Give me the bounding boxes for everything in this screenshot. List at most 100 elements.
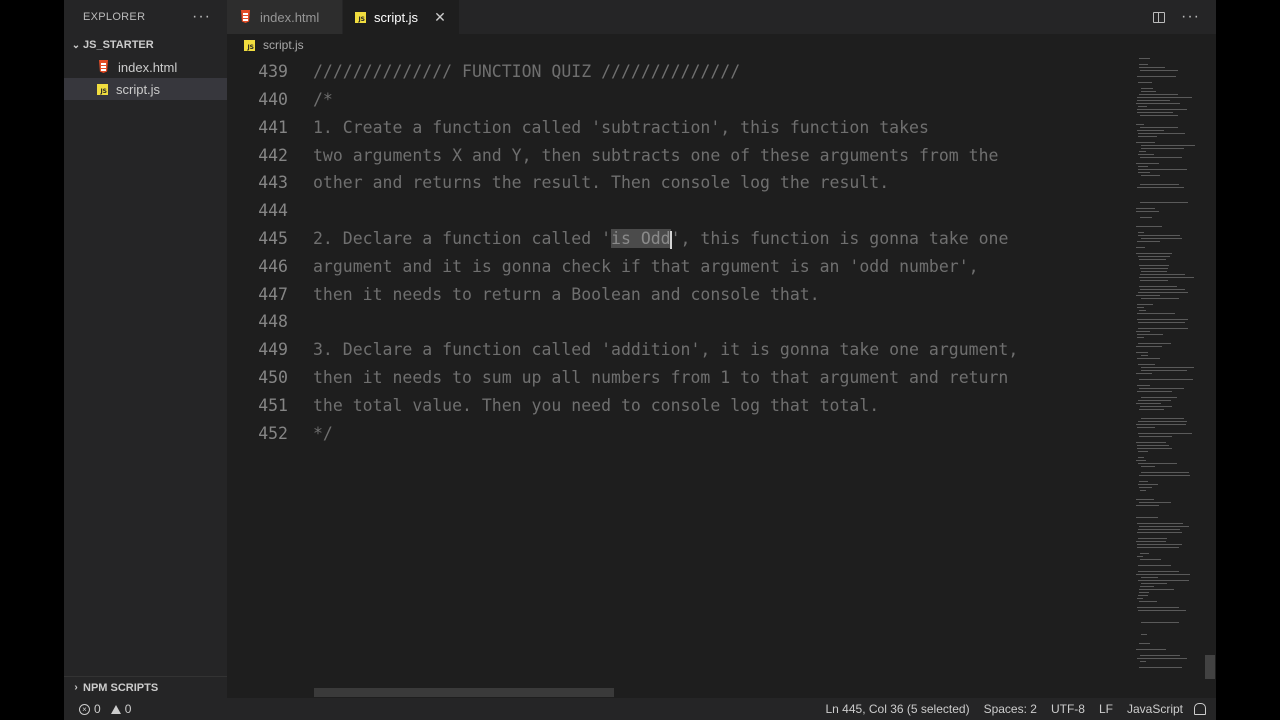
minimap-line	[1137, 130, 1164, 131]
text-after-selection: ', this function is gonna take one	[670, 229, 1009, 248]
code-line: 447 then it needs to return a Boolean and…	[227, 281, 1134, 309]
minimap-line	[1140, 202, 1188, 203]
breadcrumb-file[interactable]: script.js	[263, 38, 304, 52]
js-file-icon: JS	[97, 83, 108, 95]
minimap-line	[1139, 592, 1149, 593]
line-text: other and returns the result. Then conso…	[313, 173, 890, 192]
minimap-line	[1136, 346, 1162, 347]
minimap-line	[1136, 649, 1166, 650]
minimap-line	[1136, 517, 1158, 518]
minimap-line	[1141, 271, 1167, 272]
minimap-line	[1138, 457, 1144, 458]
indentation[interactable]: Spaces: 2	[977, 702, 1044, 716]
line-number: 443	[258, 173, 288, 192]
minimap-line	[1137, 112, 1173, 113]
line-number: 449	[258, 340, 288, 359]
npm-scripts-section[interactable]: › NPM SCRIPTS	[64, 676, 227, 698]
cursor-position[interactable]: Ln 445, Col 36 (5 selected)	[818, 702, 976, 716]
language-mode[interactable]: JavaScript	[1120, 702, 1190, 716]
close-icon[interactable]: ✕	[434, 9, 446, 26]
minimap-line	[1139, 151, 1146, 152]
line-number: 446	[258, 257, 288, 276]
end-of-line[interactable]: LF	[1092, 702, 1120, 716]
minimap-line	[1137, 445, 1169, 446]
minimap-line	[1136, 541, 1166, 542]
minimap-line	[1138, 166, 1148, 167]
minimap-line	[1139, 502, 1171, 503]
minimap-line	[1140, 127, 1178, 128]
split-editor-icon[interactable]	[1153, 11, 1166, 23]
line-text: 3. Declare a function called 'addition',…	[313, 340, 1019, 359]
line-text: 1. Create a function called 'subtraction…	[313, 118, 929, 137]
more-actions-button[interactable]: ···	[1181, 9, 1200, 25]
status-bar: × 0 0 Ln 445, Col 36 (5 selected) Spaces…	[64, 698, 1216, 720]
minimap-line	[1137, 658, 1187, 659]
tab-label: index.html	[260, 9, 320, 25]
minimap-line	[1141, 367, 1194, 368]
folder-js-starter[interactable]: ⌄ JS_STARTER	[64, 34, 227, 56]
minimap-line	[1136, 424, 1186, 425]
code-editor[interactable]: 439 ////////////// FUNCTION QUIZ ////////…	[227, 56, 1134, 698]
minimap-line	[1136, 331, 1150, 332]
tab-script-js[interactable]: JS script.js ✕	[343, 0, 460, 34]
line-number: 447	[258, 285, 288, 304]
minimap-line	[1136, 574, 1190, 575]
code-line: 452 */	[227, 420, 1134, 448]
minimap-line	[1138, 580, 1189, 581]
minimap-line	[1137, 337, 1144, 338]
minimap-line	[1139, 379, 1193, 380]
minimap-line	[1137, 358, 1160, 359]
minimap-line	[1139, 67, 1165, 68]
explorer-file-index-html[interactable]: index.html	[64, 56, 227, 78]
line-number: 450	[258, 368, 288, 387]
minimap-line	[1140, 280, 1168, 281]
minimap-line	[1136, 295, 1160, 296]
encoding[interactable]: UTF-8	[1044, 702, 1092, 716]
minimap-line	[1138, 256, 1170, 257]
minimap[interactable]	[1134, 56, 1204, 676]
minimap-line	[1136, 247, 1145, 248]
minimap-line	[1138, 82, 1152, 83]
minimap-line	[1139, 481, 1148, 482]
explorer-file-script-js[interactable]: JS script.js	[64, 78, 227, 100]
minimap-line	[1137, 547, 1179, 548]
line-text: then it needs to return a Boolean and co…	[313, 285, 820, 304]
code-line: 449 3. Declare a function called 'additio…	[227, 336, 1134, 364]
minimap-line	[1137, 307, 1144, 308]
minimap-line	[1137, 532, 1182, 533]
minimap-line	[1136, 103, 1180, 104]
code-line: 448	[227, 308, 1134, 336]
html-file-icon	[239, 10, 253, 24]
minimap-line	[1140, 268, 1168, 269]
horizontal-scrollbar[interactable]	[314, 688, 614, 697]
line-text: then it needs to sum up all numbers from…	[313, 368, 1009, 387]
minimap-line	[1139, 589, 1174, 590]
notifications-icon[interactable]	[1194, 703, 1206, 715]
js-file-icon: JS	[355, 11, 366, 23]
minimap-line	[1137, 334, 1163, 335]
code-line: 450 then it needs to sum up all numbers f…	[227, 364, 1134, 392]
minimap-line	[1141, 583, 1167, 584]
line-number: 439	[258, 62, 288, 81]
minimap-line	[1139, 388, 1184, 389]
minimap-line	[1138, 571, 1179, 572]
minimap-line	[1141, 298, 1179, 299]
problems-indicator[interactable]: × 0 0	[64, 702, 131, 716]
line-text: 2. Declare a function called 'is Odd', t…	[313, 225, 1008, 253]
minimap-line	[1140, 274, 1185, 275]
minimap-line	[1136, 403, 1161, 404]
minimap-slider[interactable]	[1205, 655, 1215, 679]
code-line: 444	[227, 197, 1134, 225]
minimap-line	[1138, 595, 1148, 596]
explorer-more-actions-button[interactable]: ···	[192, 9, 211, 25]
minimap-line	[1138, 172, 1150, 173]
code-line: 439 ////////////// FUNCTION QUIZ ////////…	[227, 58, 1134, 86]
minimap-line	[1138, 451, 1148, 452]
minimap-line	[1141, 370, 1187, 371]
tab-index-html[interactable]: index.html	[227, 0, 343, 34]
editor-tab-bar: index.html JS script.js ✕ ···	[227, 0, 1216, 34]
minimap-line	[1138, 169, 1187, 170]
explorer-file-label: index.html	[118, 59, 178, 75]
minimap-line	[1139, 286, 1177, 287]
minimap-line	[1141, 418, 1184, 419]
